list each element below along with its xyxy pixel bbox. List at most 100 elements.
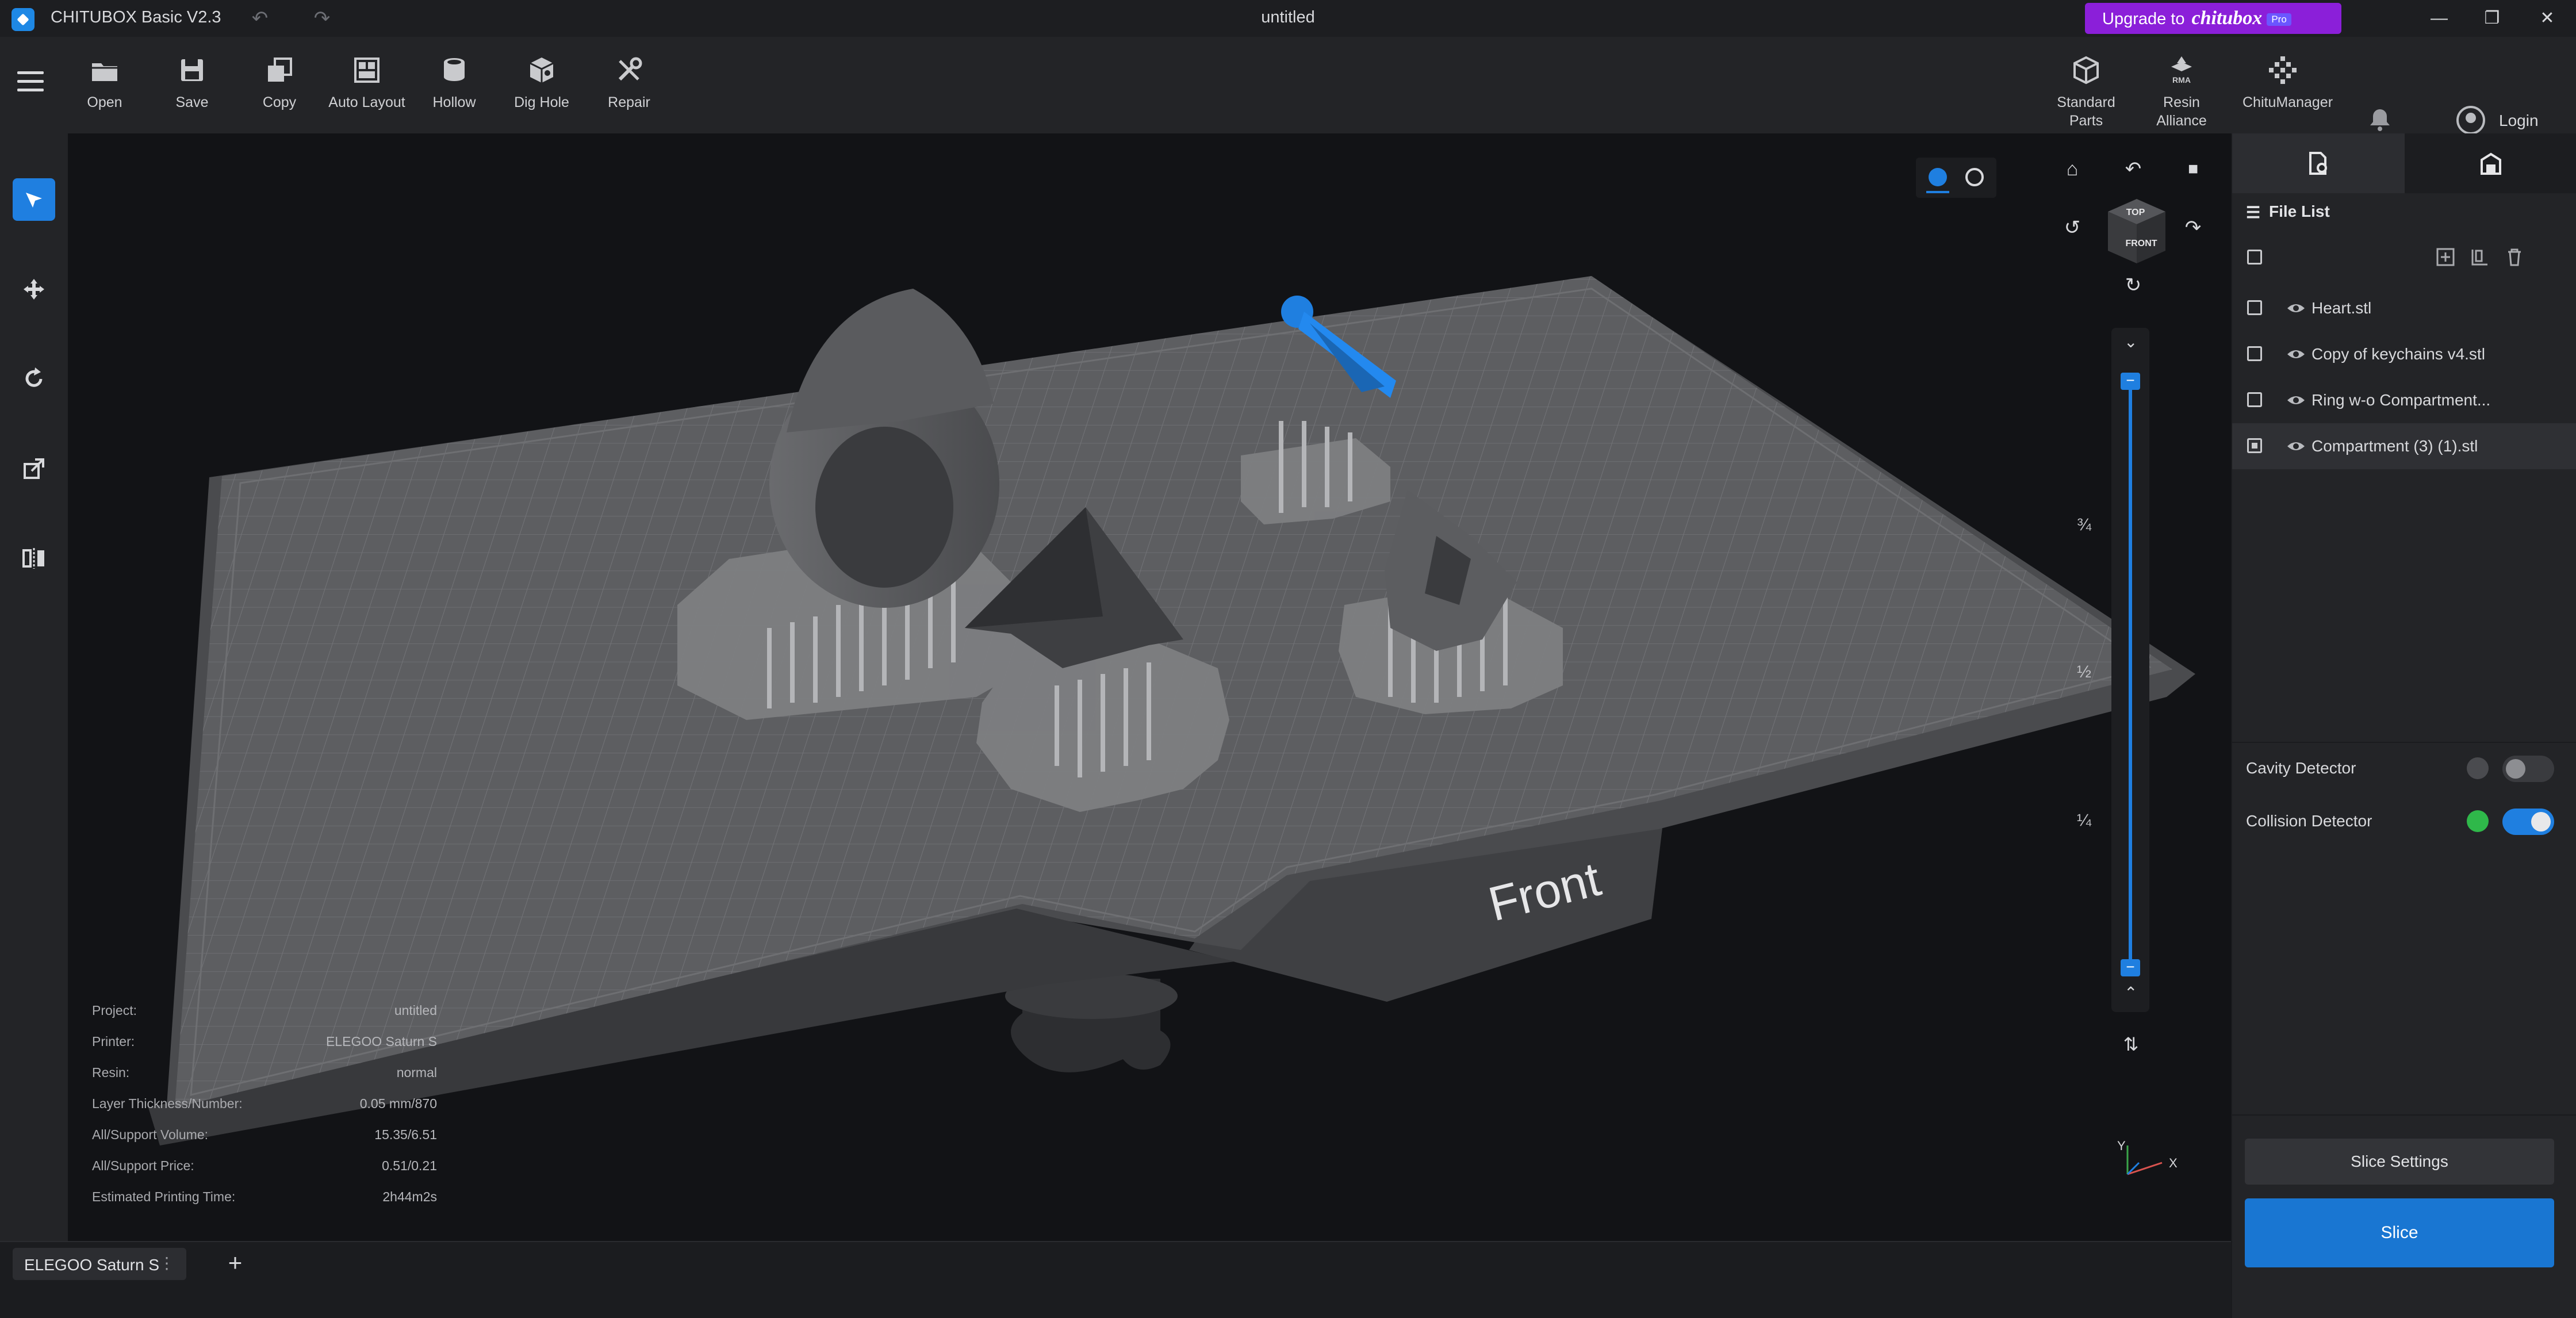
eye-icon[interactable] xyxy=(2286,392,2306,408)
slider-collapse-icon[interactable]: ⌄ xyxy=(2124,332,2137,351)
cavity-detector-toggle[interactable] xyxy=(2502,756,2554,782)
tab-file-settings[interactable] xyxy=(2232,133,2405,193)
top-layer-handle[interactable]: − xyxy=(2121,373,2140,390)
file-checkbox[interactable] xyxy=(2247,392,2262,407)
hollow-button[interactable]: Hollow xyxy=(414,54,494,112)
more-options-icon[interactable]: ⋮ xyxy=(159,1254,175,1273)
list-icon: ☰ xyxy=(2246,204,2261,222)
perspective-cube-icon[interactable]: ■ xyxy=(2179,155,2207,183)
chitubox-logo-icon xyxy=(12,8,34,31)
info-volume: All/Support Volume: 15.35/6.51 xyxy=(92,1127,437,1150)
file-checkbox[interactable] xyxy=(2247,300,2262,315)
eye-icon[interactable] xyxy=(2286,300,2306,316)
xray-render-icon[interactable] xyxy=(1965,168,1984,186)
chitumanager-button[interactable]: ChituManager xyxy=(2242,54,2333,112)
repair-button[interactable]: Repair xyxy=(589,54,669,112)
rotate-left-icon[interactable]: ↺ xyxy=(2058,214,2086,242)
save-button[interactable]: Save xyxy=(152,54,232,112)
file-row[interactable]: Ring w-o Compartment... xyxy=(2232,377,2576,423)
rotate-tool-button[interactable] xyxy=(13,358,55,400)
info-price: All/Support Price: 0.51/0.21 xyxy=(92,1158,437,1181)
rotate-view-cw-icon[interactable]: ↻ xyxy=(2119,271,2147,299)
rotate-right-icon[interactable]: ↷ xyxy=(2179,214,2207,242)
select-all-checkbox[interactable] xyxy=(2247,250,2262,265)
notification-bell-icon[interactable] xyxy=(2367,106,2393,132)
resin-alliance-button[interactable]: RMA Resin Alliance xyxy=(2141,54,2222,130)
file-row[interactable]: Heart.stl xyxy=(2232,285,2576,331)
upgrade-button[interactable]: Upgrade to chitubox Pro xyxy=(2085,3,2341,34)
folder-icon xyxy=(92,63,117,81)
slider-expand-icon[interactable]: ⌃ xyxy=(2124,983,2137,1002)
dig-hole-button[interactable]: Dig Hole xyxy=(501,54,582,112)
slider-swap-icon[interactable]: ⇅ xyxy=(2117,1030,2145,1058)
view-cube[interactable]: TOP FRONT xyxy=(2096,189,2171,275)
slider-three-quarter-mark: ¾ xyxy=(2077,515,2092,534)
close-button[interactable]: ✕ xyxy=(2530,5,2564,32)
file-row[interactable]: Copy of keychains v4.stl xyxy=(2232,331,2576,377)
dig-hole-label: Dig Hole xyxy=(514,94,569,110)
open-button[interactable]: Open xyxy=(64,54,145,112)
slice-button[interactable]: Slice xyxy=(2245,1198,2554,1267)
arrange-icon[interactable] xyxy=(2470,247,2490,267)
restore-button[interactable]: ❐ xyxy=(2475,5,2509,32)
open-label: Open xyxy=(87,94,122,110)
auto-layout-button[interactable]: Auto Layout xyxy=(327,54,407,112)
axis-x-label: X xyxy=(2169,1156,2178,1170)
rotate-view-ccw-icon[interactable]: ↶ xyxy=(2119,155,2147,183)
minimize-button[interactable]: — xyxy=(2422,5,2456,32)
info-resin: Resin: normal xyxy=(92,1065,437,1088)
app-title: CHITUBOX Basic V2.3 xyxy=(51,8,221,26)
select-tool-button[interactable] xyxy=(13,178,55,221)
redo-icon[interactable]: ↷ xyxy=(308,5,336,32)
printer-tab[interactable]: ELEGOO Saturn S ⋮ xyxy=(13,1248,186,1280)
info-value: 0.05 mm/870 xyxy=(359,1096,437,1111)
standard-parts-button[interactable]: Standard Parts xyxy=(2046,54,2126,130)
info-key: Resin: xyxy=(92,1065,130,1080)
add-printer-tab-button[interactable]: + xyxy=(221,1248,250,1280)
title-bar: CHITUBOX Basic V2.3 ↶ ↷ untitled Upgrade… xyxy=(0,0,2576,37)
info-key: Layer Thickness/Number: xyxy=(92,1096,243,1111)
standard-parts-label-line1: Standard xyxy=(2057,94,2115,110)
resin-alliance-label-line1: Resin xyxy=(2163,94,2200,110)
view-cube-front: FRONT xyxy=(2125,239,2157,248)
mirror-tool-button[interactable] xyxy=(13,537,55,580)
panel-divider xyxy=(2232,742,2576,743)
solid-render-icon[interactable] xyxy=(1929,168,1947,186)
eye-icon[interactable] xyxy=(2286,346,2306,362)
svg-text:RMA: RMA xyxy=(2172,75,2191,85)
resin-alliance-icon: RMA xyxy=(2171,56,2192,85)
collision-detector-toggle[interactable] xyxy=(2502,809,2554,835)
add-file-icon[interactable] xyxy=(2436,247,2455,267)
delete-icon[interactable] xyxy=(2505,247,2524,267)
info-layer: Layer Thickness/Number: 0.05 mm/870 xyxy=(92,1096,437,1119)
chitumanager-icon xyxy=(2269,56,2297,84)
scale-tool-button[interactable] xyxy=(13,447,55,490)
copy-button[interactable]: Copy xyxy=(239,54,320,112)
eye-icon[interactable] xyxy=(2286,438,2306,454)
layer-range-track[interactable] xyxy=(2129,380,2132,966)
bottom-layer-handle[interactable]: − xyxy=(2121,959,2140,976)
scale-icon xyxy=(24,458,44,479)
info-value: ELEGOO Saturn S xyxy=(325,1034,437,1049)
upgrade-brand: chitubox xyxy=(2191,7,2263,29)
home-view-icon[interactable]: ⌂ xyxy=(2058,155,2086,183)
slice-settings-button[interactable]: Slice Settings xyxy=(2245,1139,2554,1185)
login-button[interactable]: Login xyxy=(2456,105,2548,137)
file-name: Heart.stl xyxy=(2312,299,2372,317)
move-tool-button[interactable] xyxy=(13,268,55,311)
info-value: 0.51/0.21 xyxy=(382,1158,437,1173)
layer-slider[interactable]: ⌄ − − ⌃ xyxy=(2111,328,2149,1012)
file-row-selected[interactable]: Compartment (3) (1).stl xyxy=(2232,423,2576,469)
tool-rail xyxy=(0,133,68,1241)
info-project: Project: untitled xyxy=(92,1003,437,1026)
info-value: normal xyxy=(396,1065,437,1080)
file-checkbox[interactable] xyxy=(2247,346,2262,361)
info-value: 15.35/6.51 xyxy=(374,1127,437,1142)
move-icon xyxy=(24,279,44,300)
printer-knob xyxy=(1005,973,1178,1072)
tab-print-settings[interactable] xyxy=(2405,133,2576,193)
printer-tab-bar: ELEGOO Saturn S ⋮ + xyxy=(0,1241,2231,1318)
menu-icon[interactable] xyxy=(17,71,44,92)
file-checkbox-checked[interactable] xyxy=(2247,438,2262,453)
undo-icon[interactable]: ↶ xyxy=(246,5,274,32)
